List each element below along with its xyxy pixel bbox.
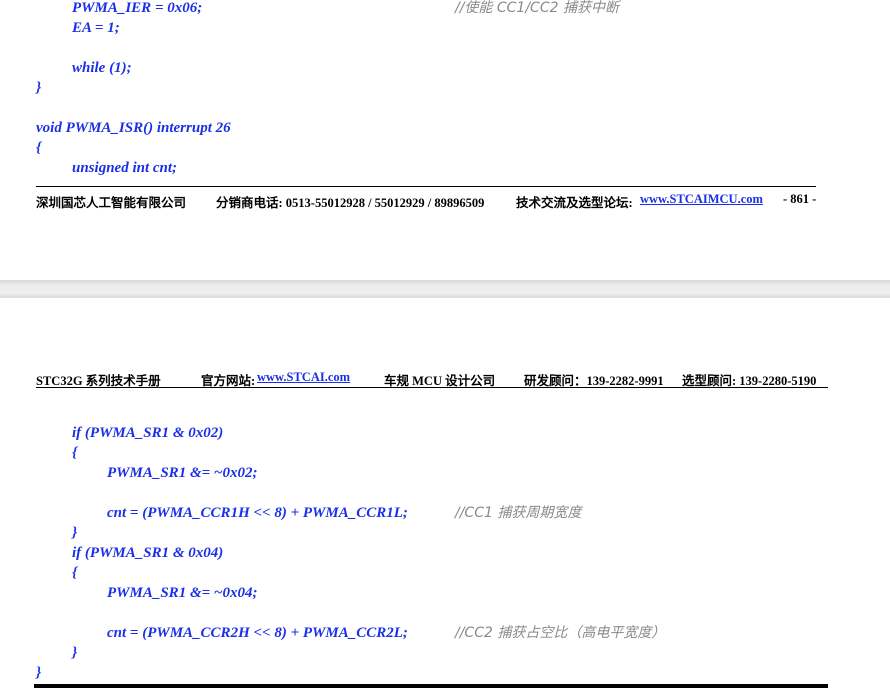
comment-cc2-duty: //CC2 捕获占空比（高电平宽度） [455, 625, 666, 641]
code-line-ea: EA = 1; [72, 20, 120, 36]
code-line-open-brace-2: { [72, 565, 78, 581]
code-line-if-sr1-04: if (PWMA_SR1 & 0x04) [72, 545, 224, 561]
code-line-isr-declaration: void PWMA_ISR() interrupt 26 [36, 120, 231, 136]
code-line-close-brace-3: } [36, 665, 42, 681]
footer-forum-label: 技术交流及选型论坛: [516, 196, 633, 210]
bottom-rule [34, 684, 828, 688]
comment-enable-capture-interrupt: //使能 CC1/CC2 捕获中断 [455, 0, 619, 16]
header-site-link[interactable]: www.STCAI.com [257, 370, 350, 385]
code-line-cnt-declaration: unsigned int cnt; [72, 160, 178, 176]
footer-forum-link[interactable]: www.STCAIMCU.com [640, 192, 763, 207]
comment-cc1-period: //CC1 捕获周期宽度 [455, 505, 582, 521]
footer-phone: 分销商电话: 0513-55012928 / 55012929 / 898965… [216, 196, 485, 210]
code-line-while: while (1); [72, 60, 132, 76]
footer-company: 深圳国芯人工智能有限公司 [36, 196, 187, 210]
code-line-pwma-ier: PWMA_IER = 0x06; [72, 0, 203, 16]
code-line-close-brace-2: } [72, 645, 78, 661]
header-rule [36, 387, 828, 388]
code-line-cnt-ccr2: cnt = (PWMA_CCR2H << 8) + PWMA_CCR2L; [107, 625, 408, 641]
page-separator [0, 280, 890, 298]
code-line-close-brace: } [36, 80, 42, 96]
footer-page-number: - 861 - [783, 192, 817, 206]
code-line-open-brace: { [36, 140, 42, 156]
code-line-close-brace-1: } [72, 525, 78, 541]
code-line-if-sr1-02: if (PWMA_SR1 & 0x02) [72, 425, 224, 441]
code-line-cnt-ccr1: cnt = (PWMA_CCR1H << 8) + PWMA_CCR1L; [107, 505, 408, 521]
page-header: STC32G 系列技术手册 官方网站: www.STCAI.com 车规 MCU… [36, 370, 826, 388]
document-page-lower: STC32G 系列技术手册 官方网站: www.STCAI.com 车规 MCU… [0, 298, 890, 690]
document-page-upper: PWMA_IER = 0x06; //使能 CC1/CC2 捕获中断 EA = … [0, 0, 890, 280]
footer-rule [36, 186, 816, 187]
code-line-clear-sr1-04: PWMA_SR1 &= ~0x04; [107, 585, 258, 601]
code-line-clear-sr1-02: PWMA_SR1 &= ~0x02; [107, 465, 258, 481]
code-line-open-brace-1: { [72, 445, 78, 461]
page-footer: 深圳国芯人工智能有限公司 分销商电话: 0513-55012928 / 5501… [36, 192, 826, 210]
